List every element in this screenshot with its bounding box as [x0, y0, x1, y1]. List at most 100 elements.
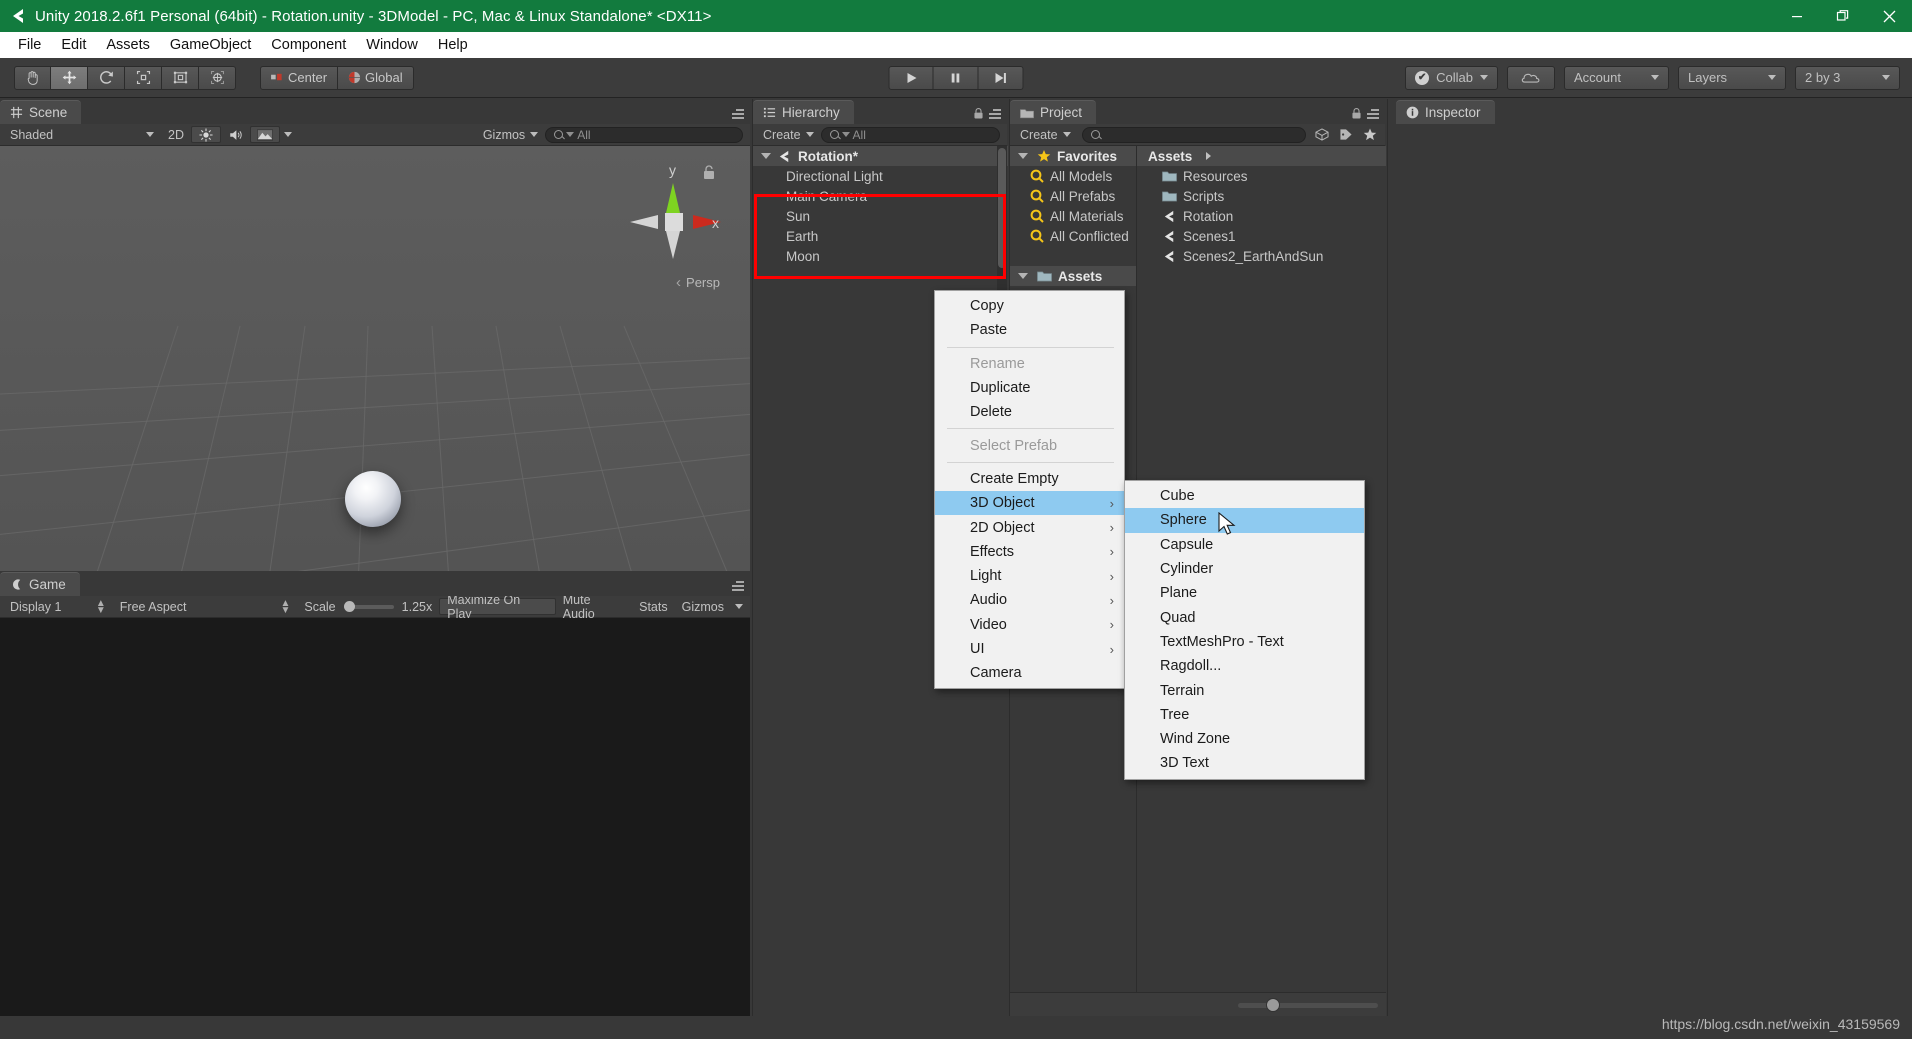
project-favorite-all-models[interactable]: All Models [1010, 166, 1136, 186]
chevron-right-icon[interactable] [1206, 152, 1212, 160]
scene-lighting-toggle[interactable] [190, 126, 221, 143]
scene-fx-dropdown[interactable] [280, 126, 296, 143]
panel-menu-icon[interactable] [732, 109, 744, 119]
tab-project[interactable]: Project [1010, 100, 1097, 124]
hierarchy-item-sun[interactable]: Sun [753, 206, 1008, 226]
project-create-button[interactable]: Create [1013, 126, 1078, 143]
submenu-plane[interactable]: Plane [1125, 581, 1364, 605]
chevron-down-icon[interactable] [761, 153, 771, 159]
scene-fx-toggle[interactable] [249, 126, 280, 143]
hierarchy-item-earth[interactable]: Earth [753, 226, 1008, 246]
submenu-ragdoll[interactable]: Ragdoll... [1125, 654, 1364, 678]
move-tool-button[interactable] [51, 65, 88, 90]
tab-scene[interactable]: Scene [0, 100, 82, 124]
hierarchy-item-main-camera[interactable]: Main Camera [753, 186, 1008, 206]
transform-tool-button[interactable] [199, 65, 236, 90]
menu-gameobject[interactable]: GameObject [160, 34, 261, 56]
scene-draw-mode-dropdown[interactable]: Shaded [3, 126, 161, 143]
ctx-camera[interactable]: Camera [935, 661, 1124, 685]
ctx-2d-object[interactable]: 2D Object › [935, 515, 1124, 539]
scene-search-input[interactable]: All [545, 126, 744, 143]
game-gizmos-caret[interactable] [731, 598, 747, 615]
menu-window[interactable]: Window [356, 34, 428, 56]
project-package-filter-button[interactable] [1310, 126, 1334, 143]
submenu-tree[interactable]: Tree [1125, 703, 1364, 727]
tab-game[interactable]: Game [0, 572, 80, 596]
play-button[interactable] [888, 65, 934, 90]
submenu-3d-text[interactable]: 3D Text [1125, 751, 1364, 775]
ctx-ui[interactable]: UI › [935, 637, 1124, 661]
project-item-rotation[interactable]: Rotation [1137, 206, 1386, 226]
layout-button[interactable]: 2 by 3 [1795, 65, 1900, 90]
minimize-button[interactable] [1774, 0, 1820, 32]
ctx-create-empty[interactable]: Create Empty [935, 467, 1124, 491]
pause-button[interactable] [933, 65, 979, 90]
chevron-down-icon[interactable] [1018, 273, 1028, 279]
submenu-sphere[interactable]: Sphere [1125, 508, 1364, 533]
hierarchy-create-button[interactable]: Create [756, 126, 821, 143]
project-search-input[interactable] [1081, 126, 1306, 143]
menu-help[interactable]: Help [428, 34, 478, 56]
ctx-audio[interactable]: Audio › [935, 588, 1124, 612]
pivot-center-button[interactable]: Center [260, 65, 339, 90]
menu-file[interactable]: File [8, 34, 51, 56]
submenu-quad[interactable]: Quad [1125, 605, 1364, 629]
hierarchy-item-moon[interactable]: Moon [753, 246, 1008, 266]
ctx-delete[interactable]: Delete [935, 400, 1124, 424]
submenu-cube[interactable]: Cube [1125, 484, 1364, 508]
game-display-dropdown[interactable]: Display 1 ▲ ▼ [3, 598, 113, 615]
submenu-textmeshpro-text[interactable]: TextMeshPro - Text [1125, 630, 1364, 654]
tab-hierarchy[interactable]: Hierarchy [753, 100, 854, 124]
restore-button[interactable] [1820, 0, 1866, 32]
panel-menu-icon[interactable] [989, 108, 1001, 119]
project-zoom-slider[interactable] [1238, 998, 1378, 1012]
panel-menu-icon[interactable] [1367, 108, 1379, 119]
ctx-3d-object[interactable]: 3D Object › [935, 491, 1124, 516]
account-button[interactable]: Account [1564, 65, 1669, 90]
submenu-cylinder[interactable]: Cylinder [1125, 557, 1364, 581]
hand-tool-button[interactable] [14, 65, 51, 90]
scene-viewport[interactable]: y x ‹ Persp [0, 146, 750, 571]
project-favorites-header[interactable]: Favorites [1010, 146, 1136, 166]
cloud-services-button[interactable] [1507, 65, 1555, 90]
project-favorite-all-materials[interactable]: All Materials [1010, 206, 1136, 226]
panel-menu-icon[interactable] [732, 581, 744, 591]
menu-component[interactable]: Component [261, 34, 356, 56]
project-breadcrumb[interactable]: Assets [1137, 146, 1386, 166]
submenu-capsule[interactable]: Capsule [1125, 533, 1364, 557]
game-scale-slider[interactable]: Scale 1.25x [297, 598, 439, 615]
project-assets-header[interactable]: Assets [1010, 266, 1136, 286]
layers-button[interactable]: Layers [1678, 65, 1786, 90]
game-aspect-dropdown[interactable]: Free Aspect ▲ ▼ [113, 598, 298, 615]
lock-icon[interactable] [974, 108, 983, 119]
game-maximize-on-play-toggle[interactable]: Maximize On Play [439, 593, 556, 621]
project-item-scripts[interactable]: Scripts [1137, 186, 1386, 206]
scale-tool-button[interactable] [125, 65, 162, 90]
pivot-global-button[interactable]: Global [338, 65, 414, 90]
project-favorite-all-prefabs[interactable]: All Prefabs [1010, 186, 1136, 206]
ctx-video[interactable]: Video › [935, 613, 1124, 637]
project-favorite-filter-button[interactable] [1358, 126, 1382, 143]
close-button[interactable] [1866, 0, 1912, 32]
ctx-copy[interactable]: Copy [935, 294, 1124, 318]
step-button[interactable] [978, 65, 1024, 90]
collab-button[interactable]: ✔ Collab [1405, 65, 1498, 90]
lock-icon[interactable] [1352, 108, 1361, 119]
game-viewport[interactable] [0, 618, 750, 1016]
tab-inspector[interactable]: Inspector [1396, 100, 1495, 124]
ctx-paste[interactable]: Paste [935, 318, 1124, 342]
project-label-filter-button[interactable] [1334, 126, 1358, 143]
scene-tab-menu[interactable] [732, 109, 744, 119]
game-mute-audio-toggle[interactable]: Mute Audio [556, 593, 632, 621]
ctx-effects[interactable]: Effects › [935, 540, 1124, 564]
project-item-scenes1[interactable]: Scenes1 [1137, 226, 1386, 246]
game-tab-menu[interactable] [732, 581, 744, 591]
project-item-resources[interactable]: Resources [1137, 166, 1386, 186]
project-favorite-all-conflicted[interactable]: All Conflicted [1010, 226, 1136, 246]
rotate-tool-button[interactable] [88, 65, 125, 90]
rect-tool-button[interactable] [162, 65, 199, 90]
scene-gizmos-dropdown[interactable]: Gizmos [476, 126, 545, 143]
game-gizmos-dropdown[interactable]: Gizmos [675, 598, 731, 615]
hierarchy-scene-row[interactable]: Rotation* [753, 146, 1008, 166]
game-stats-toggle[interactable]: Stats [632, 598, 675, 615]
